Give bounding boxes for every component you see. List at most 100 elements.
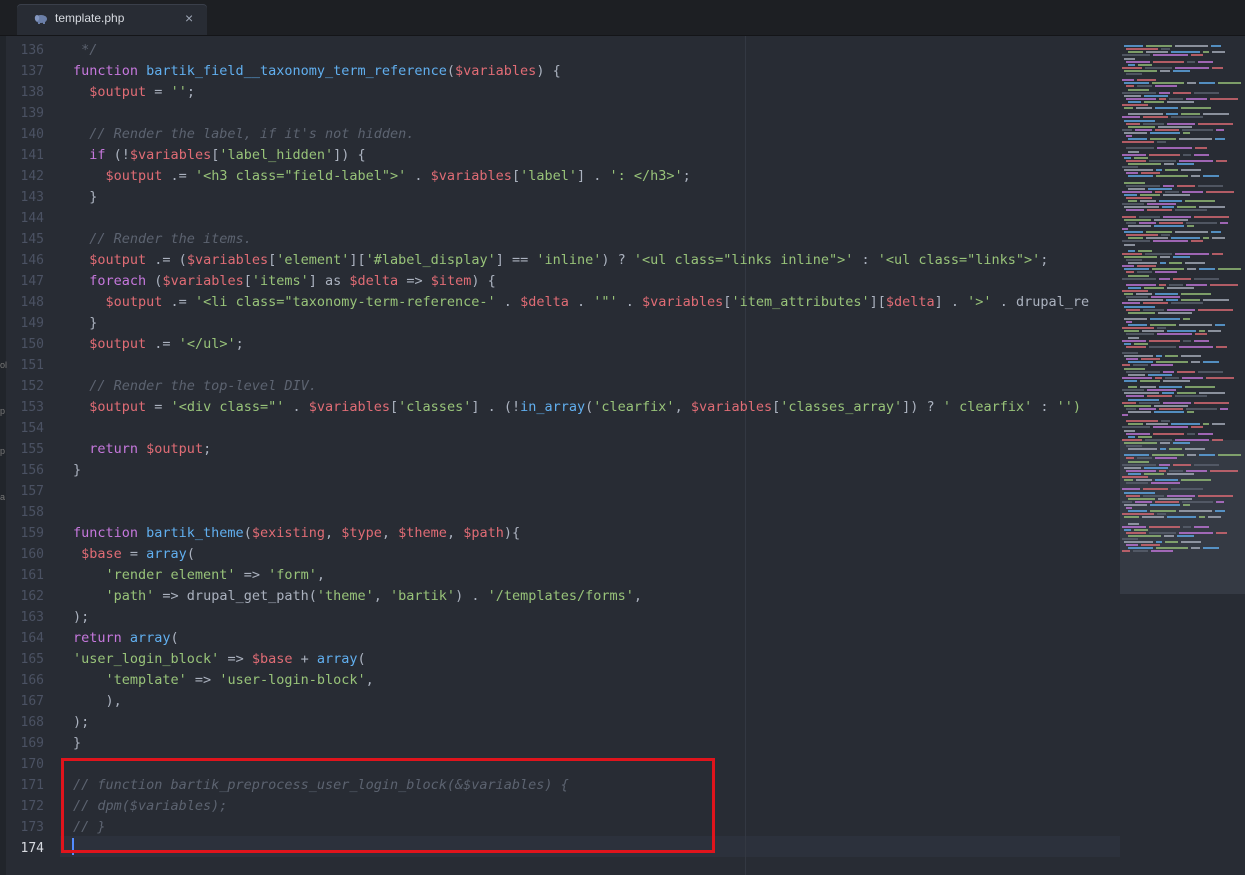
line-number: 148 bbox=[20, 295, 44, 310]
minimap-code-line bbox=[1171, 116, 1203, 119]
close-tab-icon[interactable]: × bbox=[185, 10, 193, 26]
minimap-code-line bbox=[1199, 82, 1215, 85]
tab-bar: template.php × bbox=[0, 0, 1245, 36]
minimap-code-line bbox=[1124, 317, 1147, 320]
minimap-code-line bbox=[1150, 510, 1176, 513]
minimap-code-line bbox=[1126, 209, 1144, 212]
minimap-code-line bbox=[1140, 200, 1156, 203]
code-line: $output .= ($variables['element']['#labe… bbox=[73, 250, 1048, 271]
minimap-code-line bbox=[1183, 317, 1190, 320]
minimap-code-line bbox=[1122, 438, 1142, 441]
minimap-code-line bbox=[1141, 544, 1160, 547]
minimap-code-line bbox=[1181, 355, 1201, 358]
minimap-code-line bbox=[1122, 463, 1156, 466]
line-number: 161 bbox=[20, 568, 44, 583]
minimap-code-line bbox=[1140, 379, 1160, 382]
line-number: 151 bbox=[20, 358, 44, 373]
line-number: 173 bbox=[20, 820, 44, 835]
minimap-code-line bbox=[1128, 386, 1137, 389]
minimap-code-line bbox=[1137, 271, 1152, 274]
line-number: 169 bbox=[20, 736, 44, 751]
tab-template-php[interactable]: template.php × bbox=[17, 4, 207, 35]
minimap-code-line bbox=[1128, 187, 1145, 190]
line-number: 157 bbox=[20, 484, 44, 499]
minimap-code-line bbox=[1124, 169, 1153, 172]
minimap-code-line bbox=[1144, 466, 1168, 469]
line-number: 149 bbox=[20, 316, 44, 331]
minimap-code-line bbox=[1163, 184, 1174, 187]
minimap-code-line bbox=[1203, 237, 1209, 240]
minimap-code-line bbox=[1124, 94, 1141, 97]
minimap-code-line bbox=[1155, 479, 1178, 482]
minimap-code-line bbox=[1128, 224, 1151, 227]
minimap-code-line bbox=[1122, 426, 1150, 429]
minimap-code-line bbox=[1122, 54, 1150, 57]
minimap-code-line bbox=[1155, 128, 1179, 131]
minimap-code-line bbox=[1171, 423, 1200, 426]
minimap-code-line bbox=[1122, 488, 1140, 491]
minimap-code-line bbox=[1145, 252, 1172, 255]
minimap-code-line bbox=[1160, 441, 1170, 444]
code-token: 'item_attributes' bbox=[731, 294, 870, 310]
minimap-code-line bbox=[1199, 516, 1205, 519]
minimap-code-line bbox=[1157, 513, 1166, 516]
minimap-code-line bbox=[1128, 361, 1153, 364]
minimap-code-line bbox=[1128, 200, 1137, 203]
minimap-code-line bbox=[1126, 184, 1160, 187]
minimap-code-line bbox=[1203, 51, 1209, 54]
minimap-code-line bbox=[1186, 221, 1217, 224]
minimap-code-line bbox=[1128, 63, 1135, 66]
minimap-code-line bbox=[1165, 169, 1178, 172]
minimap-code-line bbox=[1143, 494, 1164, 497]
minimap-code-line bbox=[1126, 345, 1146, 348]
minimap-code-line bbox=[1203, 423, 1209, 426]
minimap-code-line bbox=[1182, 376, 1203, 379]
minimap-code-line bbox=[1136, 479, 1152, 482]
code-token: '<div class="' bbox=[170, 399, 285, 415]
code-token: . bbox=[568, 294, 594, 310]
code-token: 'items' bbox=[251, 273, 309, 289]
minimap-code-line bbox=[1212, 51, 1225, 54]
minimap-code-line bbox=[1203, 361, 1219, 364]
code-token: ){ bbox=[503, 525, 521, 541]
minimap-code-line bbox=[1167, 100, 1194, 103]
code-token: array bbox=[146, 546, 187, 562]
minimap-code-line bbox=[1183, 339, 1191, 342]
minimap-code-line bbox=[1212, 252, 1223, 255]
minimap-code-line bbox=[1198, 308, 1233, 311]
minimap-code-line bbox=[1134, 156, 1148, 159]
code-token: ; bbox=[682, 168, 691, 184]
code-token: 'template' bbox=[105, 672, 187, 688]
minimap-code-line bbox=[1186, 97, 1207, 100]
minimap-code-line bbox=[1124, 429, 1135, 432]
minimap-code-line bbox=[1150, 324, 1176, 327]
code-token: . bbox=[617, 294, 643, 310]
wrap-guide bbox=[745, 36, 746, 875]
minimap-code-line bbox=[1124, 206, 1159, 209]
code-token: , bbox=[633, 588, 643, 604]
minimap-code-line bbox=[1194, 153, 1209, 156]
minimap-code-line bbox=[1137, 79, 1156, 82]
line-number: 141 bbox=[20, 148, 44, 163]
minimap-code-line bbox=[1215, 138, 1225, 141]
minimap-code-line bbox=[1153, 432, 1184, 435]
line-number: 146 bbox=[20, 253, 44, 268]
code-token: ]) { bbox=[333, 147, 366, 163]
minimap-code-line bbox=[1124, 479, 1133, 482]
minimap-code-line bbox=[1187, 224, 1194, 227]
minimap-code-line bbox=[1199, 454, 1215, 457]
code-line: */ bbox=[73, 40, 97, 61]
code-token: ][ bbox=[869, 294, 886, 310]
minimap-code-line bbox=[1165, 541, 1178, 544]
minimap-code-line bbox=[1124, 330, 1139, 333]
minimap-code-line bbox=[1133, 364, 1148, 367]
code-token: '<h3 class="field-label">' bbox=[194, 168, 407, 184]
minimap-code-line bbox=[1203, 175, 1219, 178]
minimap-code-line bbox=[1156, 175, 1188, 178]
minimap[interactable] bbox=[1120, 36, 1245, 875]
minimap-code-line bbox=[1143, 122, 1164, 125]
minimap-code-line bbox=[1126, 271, 1134, 274]
code-token: . drupal_re bbox=[991, 294, 1090, 310]
code-editor[interactable]: */ function bartik_field__taxonomy_term_r… bbox=[60, 36, 1120, 875]
